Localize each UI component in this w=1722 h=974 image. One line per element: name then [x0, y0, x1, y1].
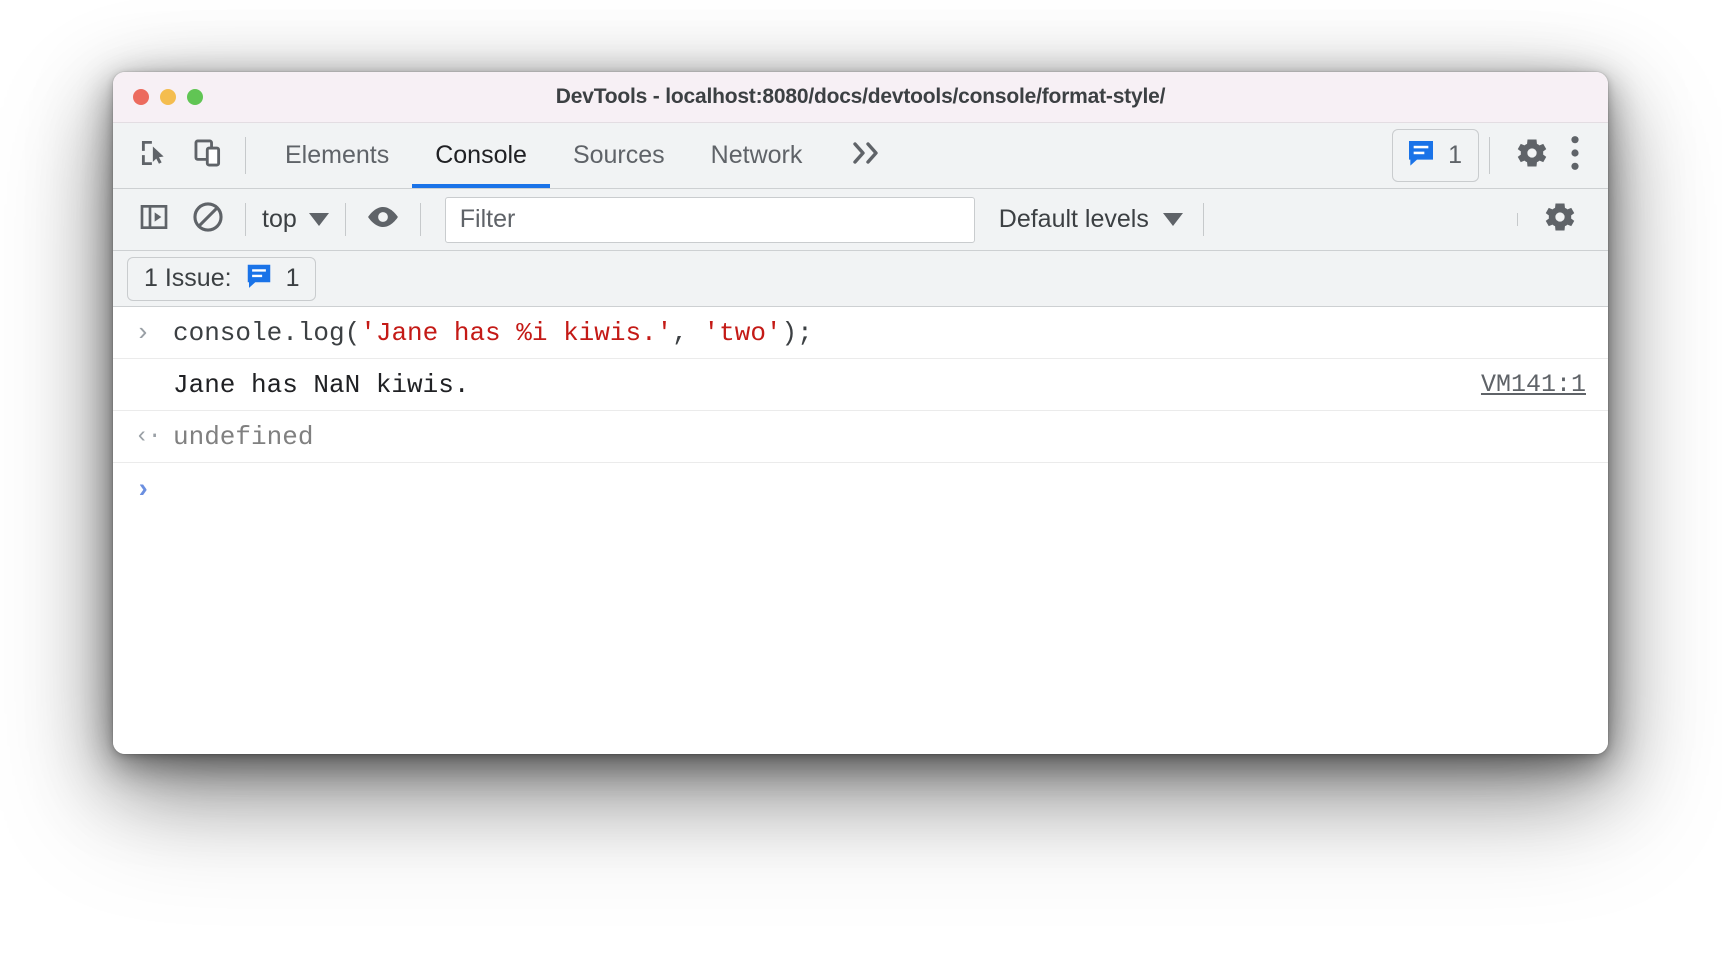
issues-summary-button[interactable]: 1 Issue: 1	[127, 256, 317, 301]
filterbar-divider-4	[1202, 203, 1204, 236]
console-result-gutter: ‹·	[135, 425, 173, 448]
devtools-settings-button[interactable]	[1500, 135, 1564, 176]
minimize-button[interactable]	[160, 89, 176, 105]
filterbar-divider-1	[245, 203, 246, 236]
console-message-text: Jane has NaN kiwis.	[173, 369, 470, 400]
tab-network-label: Network	[710, 141, 803, 169]
execution-context-selector[interactable]: top	[256, 205, 335, 234]
issues-summary-label: 1 Issue:	[144, 264, 232, 292]
code-token-comma: ,	[672, 317, 704, 348]
issues-badge-button[interactable]: 1	[1392, 129, 1479, 182]
console-source-link[interactable]: VM141:1	[1481, 370, 1586, 399]
devtools-tabbar: Elements Console Sources Network 1	[113, 123, 1608, 189]
chevron-right-icon: ›	[135, 475, 152, 506]
console-sidebar-icon	[138, 201, 170, 238]
devtools-window: DevTools - localhost:8080/docs/devtools/…	[113, 72, 1608, 754]
console-issues-bar: 1 Issue: 1	[113, 251, 1608, 307]
log-level-label: Default levels	[998, 205, 1149, 233]
console-result-row[interactable]: ‹· undefined	[113, 411, 1608, 463]
console-filter-toolbar: top Default levels	[113, 189, 1608, 251]
close-button[interactable]	[133, 89, 149, 105]
devtools-main-menu-button[interactable]	[1564, 135, 1592, 176]
issues-badge-count: 1	[1448, 141, 1462, 169]
tab-sources[interactable]: Sources	[550, 123, 688, 188]
traffic-lights	[133, 89, 203, 105]
gear-icon	[1542, 199, 1578, 240]
console-output[interactable]: › console.log('Jane has %i kiwis.', 'two…	[113, 307, 1608, 754]
live-expression-button[interactable]	[356, 197, 410, 243]
issues-message-icon	[1405, 137, 1437, 174]
console-input-row[interactable]: › console.log('Jane has %i kiwis.', 'two…	[113, 307, 1608, 359]
code-token-string-2: 'two'	[703, 317, 782, 348]
device-toolbar-icon	[191, 136, 225, 175]
search-input[interactable]	[459, 205, 960, 234]
chevron-down-icon	[308, 213, 329, 226]
kebab-menu-icon	[1568, 135, 1582, 176]
code-token-end: );	[781, 317, 813, 348]
device-toolbar-button[interactable]	[181, 133, 235, 179]
chevron-right-icon: ›	[135, 317, 151, 348]
console-settings-button[interactable]	[1528, 199, 1592, 240]
console-prompt-gutter: ›	[135, 475, 173, 506]
inspect-element-button[interactable]	[127, 133, 181, 179]
chevron-double-right-icon	[851, 140, 887, 171]
chevron-down-icon	[1162, 213, 1183, 226]
toolbar-divider	[245, 137, 246, 174]
execution-context-label: top	[262, 205, 297, 233]
filterbar-divider-3	[419, 203, 421, 236]
tab-elements[interactable]: Elements	[262, 123, 412, 188]
tabbar-right-divider	[1489, 137, 1490, 174]
console-sidebar-button[interactable]	[127, 197, 181, 243]
tab-console[interactable]: Console	[412, 123, 550, 188]
gear-icon	[1514, 135, 1550, 176]
more-tabs-button[interactable]	[831, 123, 907, 188]
console-result-text: undefined	[173, 421, 314, 452]
inspect-element-icon	[137, 136, 171, 175]
console-filter-field[interactable]	[444, 196, 975, 243]
tab-network[interactable]: Network	[688, 123, 826, 188]
console-input-gutter: ›	[135, 320, 173, 346]
code-token-string-1: 'Jane has %i kiwis.'	[360, 317, 673, 348]
screenshot-root: DevTools - localhost:8080/docs/devtools/…	[0, 0, 1722, 974]
tab-sources-label: Sources	[572, 141, 665, 169]
filterbar-divider-2	[344, 203, 346, 236]
code-token-call: console.log(	[173, 317, 361, 348]
return-arrow-icon: ‹·	[135, 423, 162, 449]
issues-summary-count: 1	[285, 264, 300, 292]
window-titlebar: DevTools - localhost:8080/docs/devtools/…	[113, 72, 1608, 123]
tab-elements-label: Elements	[285, 141, 390, 169]
issues-message-icon	[244, 261, 274, 296]
console-message-row[interactable]: Jane has NaN kiwis. VM141:1	[113, 359, 1608, 411]
clear-console-icon	[191, 200, 225, 239]
log-level-selector[interactable]: Default levels	[989, 205, 1193, 234]
tabbar-right-controls: 1	[1392, 123, 1608, 188]
clear-console-button[interactable]	[181, 197, 235, 243]
filterbar-right-controls	[1507, 199, 1608, 240]
filterbar-divider-5	[1517, 213, 1518, 226]
console-input-code: console.log('Jane has %i kiwis.', 'two')…	[173, 318, 813, 348]
maximize-button[interactable]	[187, 89, 203, 105]
live-expression-icon	[364, 202, 402, 237]
panel-tabs: Elements Console Sources Network	[262, 123, 825, 188]
window-title: DevTools - localhost:8080/docs/devtools/…	[555, 85, 1166, 108]
console-prompt-row[interactable]: ›	[113, 463, 1608, 519]
tab-console-label: Console	[435, 141, 527, 169]
